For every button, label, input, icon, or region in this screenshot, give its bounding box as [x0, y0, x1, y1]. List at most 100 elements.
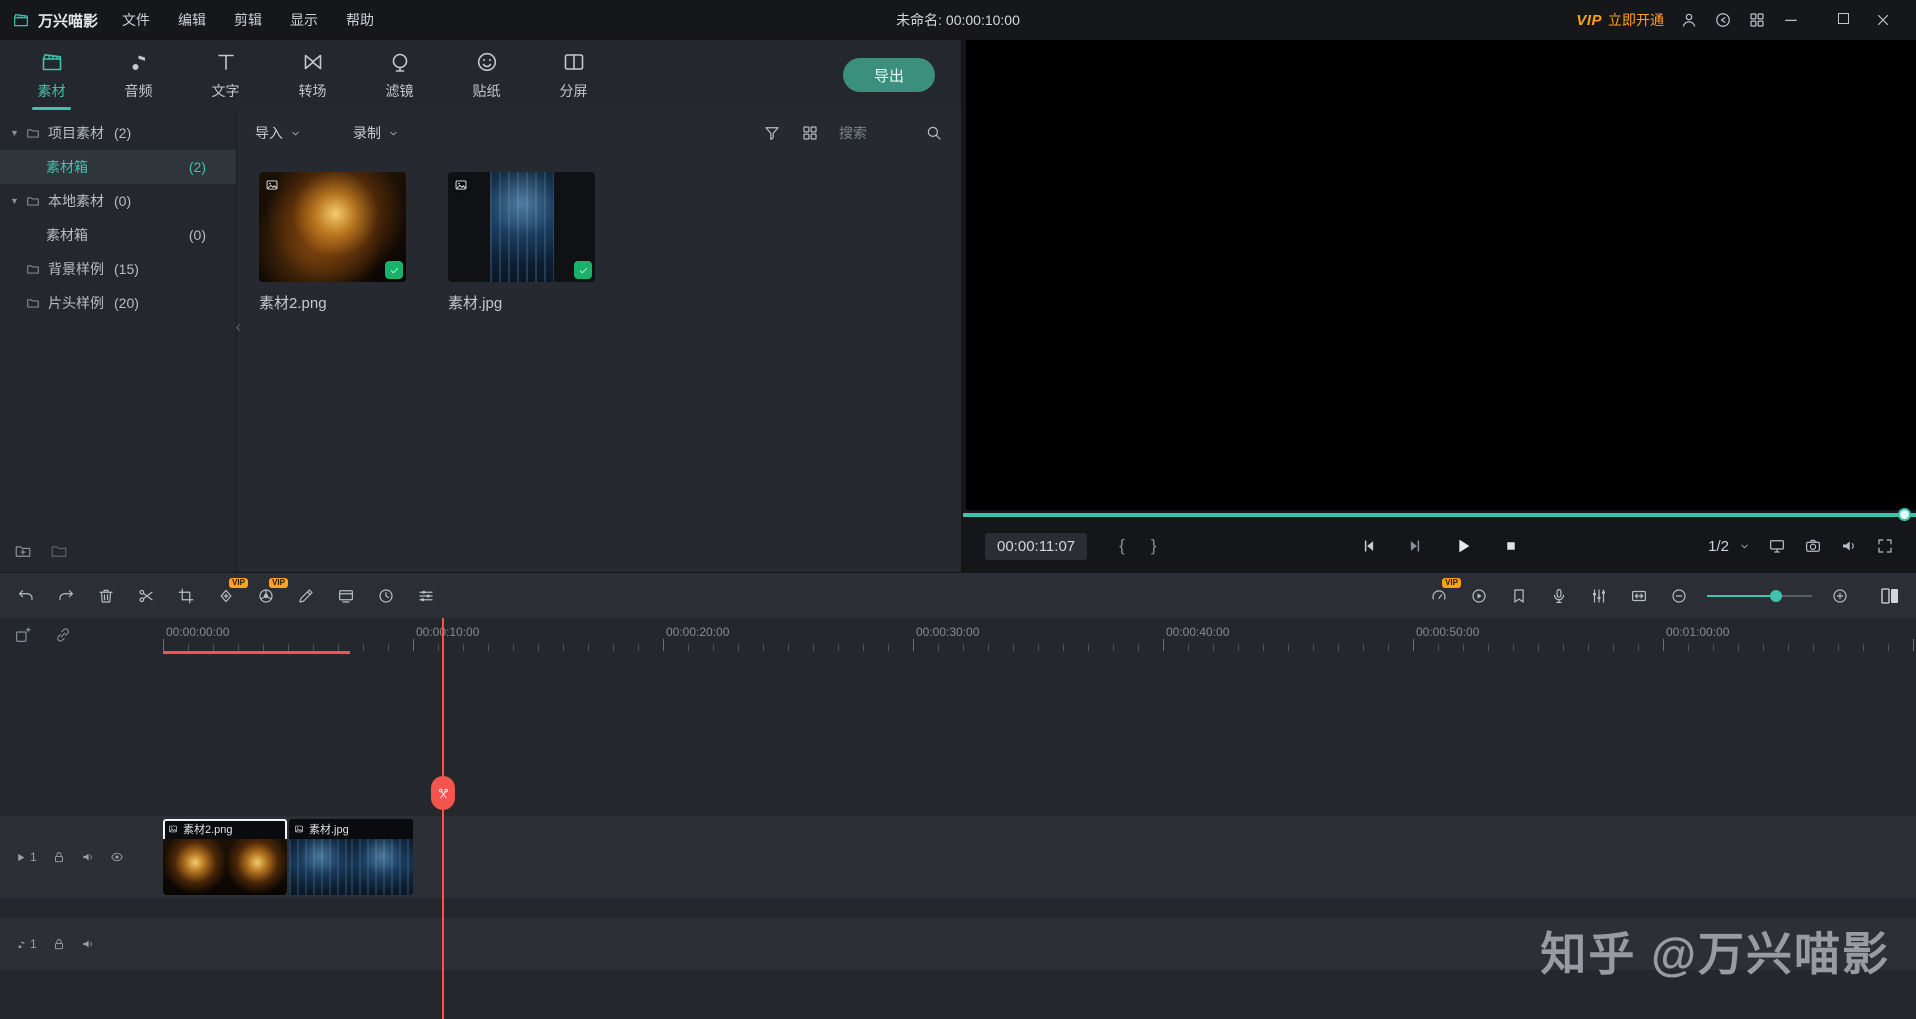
- menu-file[interactable]: 文件: [108, 0, 164, 40]
- tab-filter[interactable]: 滤镜: [356, 40, 443, 110]
- autoplay-button[interactable]: [1459, 576, 1499, 616]
- delete-bin-button[interactable]: [50, 542, 68, 560]
- delete-button[interactable]: [86, 576, 126, 616]
- apps-grid-icon: [1750, 13, 1764, 27]
- render-preview-button[interactable]: [326, 576, 366, 616]
- seek-track[interactable]: [963, 513, 1916, 517]
- chevron-down-icon: [292, 131, 299, 135]
- redo-button[interactable]: [46, 576, 86, 616]
- menu-view[interactable]: 显示: [276, 0, 332, 40]
- filter-button[interactable]: [763, 124, 781, 142]
- media-thumbnail[interactable]: [259, 172, 406, 282]
- stop-button[interactable]: [1502, 537, 1520, 555]
- expander-down-icon[interactable]: ▼: [10, 196, 26, 206]
- video-track[interactable]: 1: [0, 816, 1916, 898]
- sidebar-item-intro-samples[interactable]: 片头样例 (20): [0, 286, 236, 320]
- sidebar-item-background-samples[interactable]: 背景样例 (15): [0, 252, 236, 286]
- history-button[interactable]: [366, 576, 406, 616]
- quality-selector[interactable]: 1/2: [1708, 538, 1750, 555]
- crop-button[interactable]: [166, 576, 206, 616]
- vip-upgrade-button[interactable]: VIP 立即开通: [1576, 10, 1664, 30]
- undo-button[interactable]: [6, 576, 46, 616]
- feedback-button[interactable]: [1714, 11, 1732, 29]
- close-button[interactable]: [1874, 11, 1904, 29]
- audio-tab-icon: [127, 49, 151, 75]
- sidebar-item-project-media[interactable]: ▼ 项目素材 (2): [0, 116, 236, 150]
- sidebar-item-local-media[interactable]: ▼ 本地素材 (0): [0, 184, 236, 218]
- account-button[interactable]: [1680, 11, 1698, 29]
- keyframe-button[interactable]: VIP: [206, 576, 248, 616]
- mute-track-button[interactable]: [81, 937, 95, 951]
- sidebar-item-label: 背景样例: [48, 261, 104, 277]
- split-button[interactable]: [126, 576, 166, 616]
- scissors-icon: [139, 589, 153, 602]
- media-thumbnail[interactable]: [448, 172, 595, 282]
- new-bin-button[interactable]: [14, 542, 32, 560]
- search-input[interactable]: [839, 125, 917, 141]
- display-device-button[interactable]: [1768, 537, 1786, 555]
- previous-frame-button[interactable]: [1360, 537, 1378, 555]
- timeline-zoom-slider[interactable]: [1707, 589, 1812, 602]
- hide-track-button[interactable]: [110, 850, 124, 864]
- next-frame-button[interactable]: [1406, 537, 1424, 555]
- timeline-clip-2[interactable]: 素材.jpg: [289, 819, 413, 895]
- maximize-button[interactable]: [1828, 11, 1858, 29]
- media-sidebar: ▼ 项目素材 (2) 素材箱 (2) ▼ 本地素材 (0) 素材箱 (0) 背景…: [0, 110, 237, 572]
- menu-help[interactable]: 帮助: [332, 0, 388, 40]
- ruler-label: 00:00:10:00: [416, 625, 480, 639]
- playhead-line[interactable]: [442, 618, 444, 1019]
- media-item-1[interactable]: 素材2.png: [259, 172, 406, 313]
- adjust-button[interactable]: [406, 576, 446, 616]
- record-dropdown[interactable]: 录制: [353, 123, 399, 143]
- export-button[interactable]: 导出: [843, 58, 935, 92]
- timeline-ruler[interactable]: 00:00:00:00 00:00:10:00 00:00:20:00 00:0…: [0, 618, 1916, 654]
- mute-track-button[interactable]: [81, 850, 95, 864]
- thumbnail-image: [489, 172, 554, 282]
- zoom-in-button[interactable]: [1820, 576, 1860, 616]
- lock-track-button[interactable]: [52, 850, 66, 864]
- apps-button[interactable]: [1748, 11, 1766, 29]
- playhead-scissors-handle[interactable]: [431, 776, 455, 810]
- tab-transition[interactable]: 转场: [269, 40, 356, 110]
- media-item-2[interactable]: 素材.jpg: [448, 172, 595, 313]
- tab-label: 分屏: [559, 83, 588, 99]
- speed-button[interactable]: VIP: [1419, 576, 1461, 616]
- color-correction-button[interactable]: VIP: [246, 576, 288, 616]
- sidebar-item-label: 片头样例: [48, 295, 104, 311]
- search-icon[interactable]: [925, 124, 943, 142]
- fullscreen-button[interactable]: [1876, 537, 1894, 555]
- ruler-major-ticks: [163, 639, 1916, 651]
- snapshot-button[interactable]: [1804, 537, 1822, 555]
- seekbar[interactable]: [963, 508, 1916, 521]
- lock-track-button[interactable]: [52, 937, 66, 951]
- tab-label: 文字: [211, 83, 240, 99]
- clip-label: 素材2.png: [163, 819, 287, 839]
- zoom-slider-handle[interactable]: [1770, 589, 1782, 602]
- minimize-button[interactable]: [1782, 11, 1812, 29]
- marker-button[interactable]: [286, 576, 326, 616]
- import-dropdown[interactable]: 导入: [255, 123, 301, 143]
- bookmark-button[interactable]: [1499, 576, 1539, 616]
- menu-clip[interactable]: 剪辑: [220, 0, 276, 40]
- mark-out-button[interactable]: }: [1151, 536, 1157, 556]
- zoom-out-button[interactable]: [1659, 576, 1699, 616]
- mark-in-button[interactable]: {: [1119, 536, 1125, 556]
- sidebar-collapse-button[interactable]: [233, 322, 244, 333]
- tab-splitscreen[interactable]: 分屏: [530, 40, 617, 110]
- tab-audio[interactable]: 音频: [95, 40, 182, 110]
- grid-view-button[interactable]: [801, 124, 819, 142]
- track-height-button[interactable]: [1619, 576, 1659, 616]
- sidebar-item-media-bin[interactable]: 素材箱 (2): [0, 150, 236, 184]
- timeline-clip-1[interactable]: 素材2.png: [163, 819, 287, 895]
- audio-mixer-button[interactable]: [1579, 576, 1619, 616]
- menu-edit[interactable]: 编辑: [164, 0, 220, 40]
- volume-button[interactable]: [1840, 537, 1858, 555]
- tab-media[interactable]: 素材: [8, 40, 95, 110]
- expander-down-icon[interactable]: ▼: [10, 128, 26, 138]
- layout-toggle-button[interactable]: [1870, 576, 1910, 616]
- play-button[interactable]: [1452, 535, 1474, 557]
- tab-sticker[interactable]: 贴纸: [443, 40, 530, 110]
- tab-text[interactable]: 文字: [182, 40, 269, 110]
- voiceover-button[interactable]: [1539, 576, 1579, 616]
- sidebar-item-local-bin[interactable]: 素材箱 (0): [0, 218, 236, 252]
